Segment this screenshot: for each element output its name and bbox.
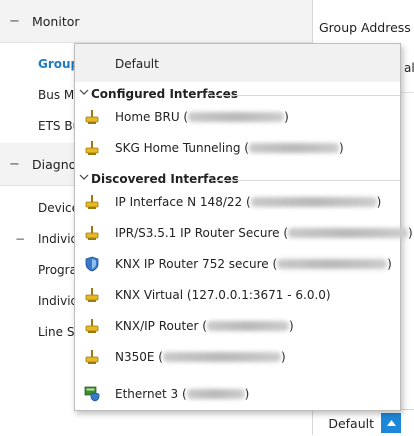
interface-name: KNX IP Router 752 secure ( — [115, 257, 278, 271]
nav-item-group-monitor[interactable]: Group — [38, 57, 79, 71]
divider — [212, 180, 400, 181]
secure-router-shield-icon — [85, 256, 99, 272]
network-interface-icon — [85, 110, 99, 124]
dropdown-item-label: Default — [115, 57, 159, 71]
monitor-section-title: Monitor — [32, 13, 80, 29]
interface-suffix: ) — [244, 387, 250, 401]
interface-name: IP Interface N 148/22 ( — [115, 195, 251, 209]
dropdown-item-default[interactable]: Default — [75, 44, 400, 82]
redacted-address — [277, 259, 388, 269]
column-header-value[interactable]: alu — [404, 61, 414, 75]
dropdown-item-interface[interactable]: KNX Virtual (127.0.0.1:3671 - 6.0.0) — [75, 279, 400, 310]
nav-item-programming[interactable]: Progra — [38, 263, 77, 277]
dropdown-item-interface[interactable]: IPR/S3.5.1 IP Router Secure () — [75, 217, 413, 248]
network-interface-icon — [85, 350, 99, 364]
interface-name: IPR/S3.5.1 IP Router Secure ( — [115, 226, 289, 240]
redacted-address — [288, 228, 409, 238]
interface-suffix: ) — [408, 226, 413, 240]
interface-name: Home BRU ( — [115, 110, 189, 124]
interface-suffix: ) — [288, 319, 294, 333]
group-label: Configured Interfaces — [91, 87, 238, 101]
network-interface-icon — [85, 319, 99, 333]
divider — [209, 95, 400, 96]
interface-name: Ethernet 3 ( — [115, 387, 187, 401]
monitor-section-header[interactable]: − Monitor — [0, 0, 312, 43]
interface-suffix: ) — [280, 350, 286, 364]
network-interface-icon — [85, 141, 99, 155]
chevron-down-icon — [79, 89, 89, 95]
dropdown-item-interface[interactable]: N350E () — [75, 341, 400, 372]
redacted-address — [206, 321, 289, 331]
interface-suffix: ) — [387, 257, 392, 271]
redacted-address — [250, 197, 377, 207]
dropdown-item-interface[interactable]: SKG Home Tunneling () — [75, 132, 400, 163]
dropdown-item-interface[interactable]: Ethernet 3 () — [75, 378, 400, 409]
redacted-address — [162, 352, 281, 362]
collapse-toggle-icon[interactable]: − — [9, 14, 23, 29]
interface-dropdown: Default Configured Interfaces Home BRU (… — [74, 43, 413, 411]
dropdown-item-interface[interactable]: IP Interface N 148/22 () — [75, 186, 400, 217]
nav-item-device[interactable]: Device — [38, 201, 79, 215]
dropdown-item-interface[interactable]: KNX IP Router 752 secure () — [75, 248, 400, 279]
ethernet-shield-icon — [84, 386, 100, 402]
redacted-address — [248, 143, 339, 153]
network-interface-icon — [85, 195, 99, 209]
collapse-toggle-icon[interactable]: − — [9, 157, 23, 172]
interface-suffix: ) — [338, 141, 344, 155]
nav-item-individual[interactable]: Individ — [38, 232, 78, 246]
dropdown-item-interface[interactable]: Home BRU () — [75, 101, 400, 132]
nav-item-individual-2[interactable]: Individ — [38, 294, 78, 308]
dropdown-toggle-button[interactable] — [381, 413, 401, 433]
triangle-up-icon — [386, 420, 396, 426]
column-header-group-address[interactable]: Group Address — [319, 20, 411, 35]
interface-selector-bar: Default — [313, 409, 414, 436]
network-interface-icon — [85, 226, 99, 240]
selected-interface-value[interactable]: Default — [328, 416, 374, 431]
interface-name: KNX/IP Router ( — [115, 319, 207, 333]
dropdown-item-interface[interactable]: KNX/IP Router () — [75, 310, 400, 341]
redacted-address — [188, 112, 285, 122]
chevron-down-icon — [79, 174, 89, 180]
group-label: Discovered Interfaces — [91, 172, 239, 186]
network-interface-icon — [85, 288, 99, 302]
interface-name: N350E ( — [115, 350, 163, 364]
interface-suffix: ) — [284, 110, 289, 124]
collapse-toggle-icon[interactable]: − — [15, 232, 25, 246]
interface-name: SKG Home Tunneling ( — [115, 141, 249, 155]
redacted-address — [186, 389, 245, 399]
interface-suffix: ) — [376, 195, 382, 209]
interface-name: KNX Virtual (127.0.0.1:3671 - 6.0.0) — [115, 288, 331, 302]
